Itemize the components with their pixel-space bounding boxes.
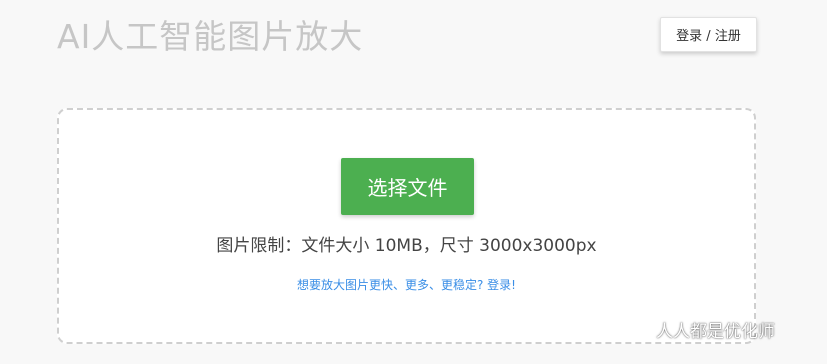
login-register-button[interactable]: 登录 / 注册 xyxy=(660,17,757,52)
upload-drop-zone[interactable]: 选择文件 图片限制：文件大小 10MB，尺寸 3000x3000px 想要放大图… xyxy=(57,108,756,344)
image-limit-text: 图片限制：文件大小 10MB，尺寸 3000x3000px xyxy=(216,236,597,256)
wechat-icon xyxy=(620,317,650,341)
login-promo-link[interactable]: 想要放大图片更快、更多、更稳定? 登录! xyxy=(59,276,754,293)
watermark-text: 人人都是优化师 xyxy=(656,321,775,342)
page-title: AI人工智能图片放大 xyxy=(57,17,364,56)
select-file-button[interactable]: 选择文件 xyxy=(341,158,474,215)
watermark: 人人都是优化师 xyxy=(620,316,775,342)
